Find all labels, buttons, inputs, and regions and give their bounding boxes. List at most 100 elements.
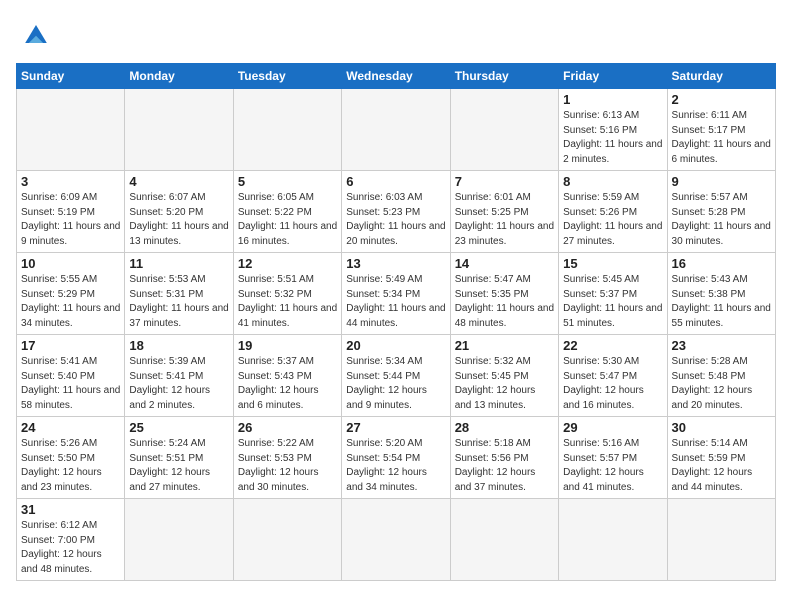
week-row-1: 1Sunrise: 6:13 AM Sunset: 5:16 PM Daylig…	[17, 89, 776, 171]
calendar-cell: 22Sunrise: 5:30 AM Sunset: 5:47 PM Dayli…	[559, 335, 667, 417]
calendar-cell: 20 Sunrise: 5:34 AM Sunset: 5:44 PM Dayli…	[342, 335, 450, 417]
calendar-cell: 6 Sunrise: 6:03 AM Sunset: 5:23 PM Daylig…	[342, 171, 450, 253]
day-number: 10	[21, 256, 120, 271]
day-number: 30	[672, 420, 771, 435]
calendar-cell: 4 Sunrise: 6:07 AM Sunset: 5:20 PM Daylig…	[125, 171, 233, 253]
col-header-friday: Friday	[559, 64, 667, 89]
week-row-6: 31 Sunrise: 6:12 AM Sunset: 7:00 PM Dayli…	[17, 499, 776, 581]
col-header-sunday: Sunday	[17, 64, 125, 89]
day-number: 7	[455, 174, 554, 189]
day-info: Sunrise: 5:59 AM Sunset: 5:26 PM Dayligh…	[563, 191, 662, 249]
week-row-2: 3 Sunrise: 6:09 AM Sunset: 5:19 PM Daylig…	[17, 171, 776, 253]
day-number: 31	[21, 502, 120, 517]
calendar-cell	[450, 499, 558, 581]
calendar-cell	[233, 89, 341, 171]
day-info: Sunrise: 5:57 AM Sunset: 5:28 PM Dayligh…	[672, 191, 771, 249]
day-number: 2	[672, 92, 771, 107]
calendar-cell	[450, 89, 558, 171]
day-number: 24	[21, 420, 120, 435]
page-header	[16, 10, 776, 57]
day-info: Sunrise: 5:41 AM Sunset: 5:40 PM Dayligh…	[21, 355, 120, 413]
calendar-cell: 21Sunrise: 5:32 AM Sunset: 5:45 PM Dayli…	[450, 335, 558, 417]
day-number: 19	[238, 338, 337, 353]
day-number: 4	[129, 174, 228, 189]
day-number: 14	[455, 256, 554, 271]
day-info: Sunrise: 6:11 AM Sunset: 5:17 PM Dayligh…	[672, 109, 771, 167]
calendar-cell: 3 Sunrise: 6:09 AM Sunset: 5:19 PM Daylig…	[17, 171, 125, 253]
logo-icon	[18, 16, 54, 52]
day-info: Sunrise: 6:03 AM Sunset: 5:23 PM Dayligh…	[346, 191, 445, 249]
day-number: 11	[129, 256, 228, 271]
calendar-cell: 19 Sunrise: 5:37 AM Sunset: 5:43 PM Dayli…	[233, 335, 341, 417]
calendar-cell: 23Sunrise: 5:28 AM Sunset: 5:48 PM Dayli…	[667, 335, 775, 417]
calendar-cell: 14Sunrise: 5:47 AM Sunset: 5:35 PM Dayli…	[450, 253, 558, 335]
day-info: Sunrise: 5:32 AM Sunset: 5:45 PM Dayligh…	[455, 355, 554, 413]
calendar-cell: 24 Sunrise: 5:26 AM Sunset: 5:50 PM Dayli…	[17, 417, 125, 499]
day-info: Sunrise: 5:55 AM Sunset: 5:29 PM Dayligh…	[21, 273, 120, 331]
calendar-cell: 8Sunrise: 5:59 AM Sunset: 5:26 PM Daylig…	[559, 171, 667, 253]
day-info: Sunrise: 5:16 AM Sunset: 5:57 PM Dayligh…	[563, 437, 662, 495]
calendar-cell	[667, 499, 775, 581]
day-info: Sunrise: 5:18 AM Sunset: 5:56 PM Dayligh…	[455, 437, 554, 495]
day-info: Sunrise: 6:13 AM Sunset: 5:16 PM Dayligh…	[563, 109, 662, 167]
day-number: 22	[563, 338, 662, 353]
day-info: Sunrise: 5:53 AM Sunset: 5:31 PM Dayligh…	[129, 273, 228, 331]
day-number: 26	[238, 420, 337, 435]
calendar-cell: 5 Sunrise: 6:05 AM Sunset: 5:22 PM Daylig…	[233, 171, 341, 253]
day-number: 25	[129, 420, 228, 435]
day-number: 5	[238, 174, 337, 189]
day-info: Sunrise: 6:07 AM Sunset: 5:20 PM Dayligh…	[129, 191, 228, 249]
calendar-cell: 29 Sunrise: 5:16 AM Sunset: 5:57 PM Dayli…	[559, 417, 667, 499]
calendar-cell: 2 Sunrise: 6:11 AM Sunset: 5:17 PM Daylig…	[667, 89, 775, 171]
calendar-cell: 18Sunrise: 5:39 AM Sunset: 5:41 PM Dayli…	[125, 335, 233, 417]
day-info: Sunrise: 5:20 AM Sunset: 5:54 PM Dayligh…	[346, 437, 445, 495]
day-number: 15	[563, 256, 662, 271]
day-info: Sunrise: 5:37 AM Sunset: 5:43 PM Dayligh…	[238, 355, 337, 413]
calendar-cell	[125, 89, 233, 171]
day-number: 9	[672, 174, 771, 189]
calendar-cell: 31 Sunrise: 6:12 AM Sunset: 7:00 PM Dayli…	[17, 499, 125, 581]
day-info: Sunrise: 5:24 AM Sunset: 5:51 PM Dayligh…	[129, 437, 228, 495]
calendar-table: SundayMondayTuesdayWednesdayThursdayFrid…	[16, 63, 776, 581]
day-info: Sunrise: 5:26 AM Sunset: 5:50 PM Dayligh…	[21, 437, 120, 495]
day-info: Sunrise: 5:34 AM Sunset: 5:44 PM Dayligh…	[346, 355, 445, 413]
day-info: Sunrise: 6:05 AM Sunset: 5:22 PM Dayligh…	[238, 191, 337, 249]
calendar-cell: 25 Sunrise: 5:24 AM Sunset: 5:51 PM Dayli…	[125, 417, 233, 499]
calendar-cell: 12 Sunrise: 5:51 AM Sunset: 5:32 PM Dayli…	[233, 253, 341, 335]
col-header-monday: Monday	[125, 64, 233, 89]
calendar-cell: 10 Sunrise: 5:55 AM Sunset: 5:29 PM Dayli…	[17, 253, 125, 335]
day-info: Sunrise: 5:22 AM Sunset: 5:53 PM Dayligh…	[238, 437, 337, 495]
day-number: 28	[455, 420, 554, 435]
calendar-cell: 26 Sunrise: 5:22 AM Sunset: 5:53 PM Dayli…	[233, 417, 341, 499]
col-header-tuesday: Tuesday	[233, 64, 341, 89]
day-number: 3	[21, 174, 120, 189]
day-info: Sunrise: 5:49 AM Sunset: 5:34 PM Dayligh…	[346, 273, 445, 331]
week-row-3: 10 Sunrise: 5:55 AM Sunset: 5:29 PM Dayli…	[17, 253, 776, 335]
day-number: 16	[672, 256, 771, 271]
col-header-saturday: Saturday	[667, 64, 775, 89]
day-info: Sunrise: 6:09 AM Sunset: 5:19 PM Dayligh…	[21, 191, 120, 249]
calendar-cell: 11 Sunrise: 5:53 AM Sunset: 5:31 PM Dayli…	[125, 253, 233, 335]
col-header-thursday: Thursday	[450, 64, 558, 89]
day-info: Sunrise: 5:51 AM Sunset: 5:32 PM Dayligh…	[238, 273, 337, 331]
col-header-wednesday: Wednesday	[342, 64, 450, 89]
day-number: 27	[346, 420, 445, 435]
calendar-cell: 13 Sunrise: 5:49 AM Sunset: 5:34 PM Dayli…	[342, 253, 450, 335]
calendar-cell: 28 Sunrise: 5:18 AM Sunset: 5:56 PM Dayli…	[450, 417, 558, 499]
calendar-cell: 7Sunrise: 6:01 AM Sunset: 5:25 PM Daylig…	[450, 171, 558, 253]
day-number: 13	[346, 256, 445, 271]
calendar-cell: 27 Sunrise: 5:20 AM Sunset: 5:54 PM Dayli…	[342, 417, 450, 499]
week-row-5: 24 Sunrise: 5:26 AM Sunset: 5:50 PM Dayli…	[17, 417, 776, 499]
week-row-4: 17Sunrise: 5:41 AM Sunset: 5:40 PM Dayli…	[17, 335, 776, 417]
calendar-cell	[233, 499, 341, 581]
day-info: Sunrise: 5:14 AM Sunset: 5:59 PM Dayligh…	[672, 437, 771, 495]
calendar-cell: 30 Sunrise: 5:14 AM Sunset: 5:59 PM Dayli…	[667, 417, 775, 499]
day-number: 29	[563, 420, 662, 435]
calendar-cell: 17Sunrise: 5:41 AM Sunset: 5:40 PM Dayli…	[17, 335, 125, 417]
day-number: 23	[672, 338, 771, 353]
day-info: Sunrise: 6:12 AM Sunset: 7:00 PM Dayligh…	[21, 519, 120, 577]
day-number: 6	[346, 174, 445, 189]
day-number: 20	[346, 338, 445, 353]
day-number: 12	[238, 256, 337, 271]
calendar-cell: 1Sunrise: 6:13 AM Sunset: 5:16 PM Daylig…	[559, 89, 667, 171]
